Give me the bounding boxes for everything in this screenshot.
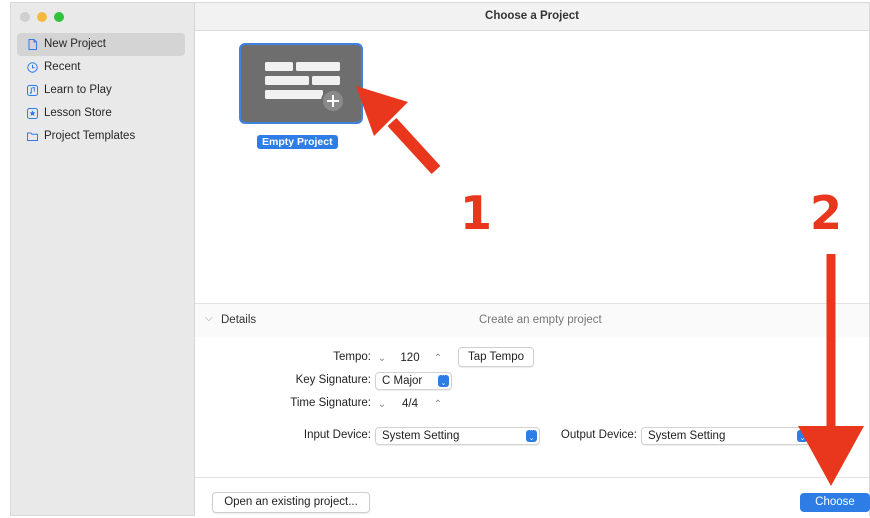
- minimize-button[interactable]: [37, 12, 47, 22]
- details-label: Details: [221, 314, 257, 326]
- input-device-select[interactable]: System Setting ⌃ ⌄: [375, 427, 540, 445]
- sidebar: New Project Recent Learn to Play Lesson …: [11, 3, 195, 515]
- empty-project-tile[interactable]: [239, 43, 363, 124]
- tempo-label: Tempo:: [333, 351, 371, 363]
- key-signature-label: Key Signature:: [295, 374, 371, 386]
- tap-tempo-button[interactable]: Tap Tempo: [458, 347, 534, 367]
- chevron-up-icon[interactable]: ⌃: [431, 399, 445, 410]
- empty-project-label[interactable]: Empty Project: [257, 135, 338, 149]
- sidebar-item-recent[interactable]: Recent: [17, 56, 185, 79]
- sidebar-item-label: Lesson Store: [44, 107, 112, 119]
- chevron-down-icon[interactable]: ⌄: [375, 353, 389, 364]
- choose-button[interactable]: Choose: [800, 493, 870, 512]
- output-device-select[interactable]: System Setting ⌃ ⌄: [641, 427, 811, 445]
- annotation-number-2: 2: [810, 186, 843, 240]
- details-form: Tempo: ⌄ 120 ⌃ Tap Tempo Key Signature: …: [195, 337, 869, 477]
- folder-icon: [27, 132, 38, 141]
- zoom-button[interactable]: [54, 12, 64, 22]
- sidebar-item-label: Project Templates: [44, 130, 136, 142]
- sidebar-item-new-project[interactable]: New Project: [17, 33, 185, 56]
- close-button[interactable]: [20, 12, 30, 22]
- time-signature-value[interactable]: 4/4: [389, 398, 431, 410]
- input-device-label: Input Device:: [303, 429, 371, 441]
- open-existing-project-button[interactable]: Open an existing project...: [212, 492, 370, 513]
- sidebar-item-learn-to-play[interactable]: Learn to Play: [17, 79, 185, 102]
- sidebar-item-label: Learn to Play: [44, 84, 112, 96]
- star-icon: [27, 108, 38, 119]
- details-description: Create an empty project: [479, 314, 602, 326]
- output-device-value: System Setting: [648, 430, 726, 442]
- window-title: Choose a Project: [195, 3, 869, 31]
- empty-project-icon: [265, 62, 345, 113]
- project-chooser-window: New Project Recent Learn to Play Lesson …: [10, 2, 870, 518]
- footer-bar: Open an existing project... Choose: [195, 477, 870, 518]
- tempo-value[interactable]: 120: [389, 352, 431, 364]
- key-signature-select[interactable]: C Major ⌃ ⌄: [375, 372, 452, 390]
- document-icon: [28, 39, 37, 50]
- time-signature-stepper[interactable]: ⌄ 4/4 ⌃: [375, 395, 447, 413]
- sidebar-item-project-templates[interactable]: Project Templates: [17, 125, 185, 148]
- updown-chevron-icon: ⌃ ⌄: [526, 429, 537, 442]
- sidebar-item-lesson-store[interactable]: Lesson Store: [17, 102, 185, 125]
- annotation-number-1: 1: [460, 186, 493, 240]
- details-header[interactable]: ⌵ Details Create an empty project: [195, 303, 869, 339]
- window-controls: [20, 12, 64, 22]
- chevron-up-icon[interactable]: ⌃: [431, 353, 445, 364]
- output-device-label: Output Device:: [560, 429, 637, 441]
- music-note-icon: [27, 85, 38, 96]
- updown-chevron-icon: ⌃ ⌄: [797, 429, 808, 442]
- chevron-down-icon[interactable]: ⌵: [205, 313, 213, 324]
- clock-icon: [27, 62, 38, 73]
- sidebar-item-label: Recent: [44, 61, 81, 73]
- input-device-value: System Setting: [382, 430, 460, 442]
- main-content: Empty Project ⌵ Details Create an empty …: [195, 31, 870, 518]
- chevron-down-icon[interactable]: ⌄: [375, 399, 389, 410]
- sidebar-item-label: New Project: [44, 38, 106, 50]
- sidebar-nav: New Project Recent Learn to Play Lesson …: [17, 33, 185, 148]
- key-signature-value: C Major: [382, 375, 423, 387]
- tempo-stepper[interactable]: ⌄ 120 ⌃: [375, 349, 447, 367]
- time-signature-label: Time Signature:: [290, 397, 371, 409]
- updown-chevron-icon: ⌃ ⌄: [438, 374, 449, 387]
